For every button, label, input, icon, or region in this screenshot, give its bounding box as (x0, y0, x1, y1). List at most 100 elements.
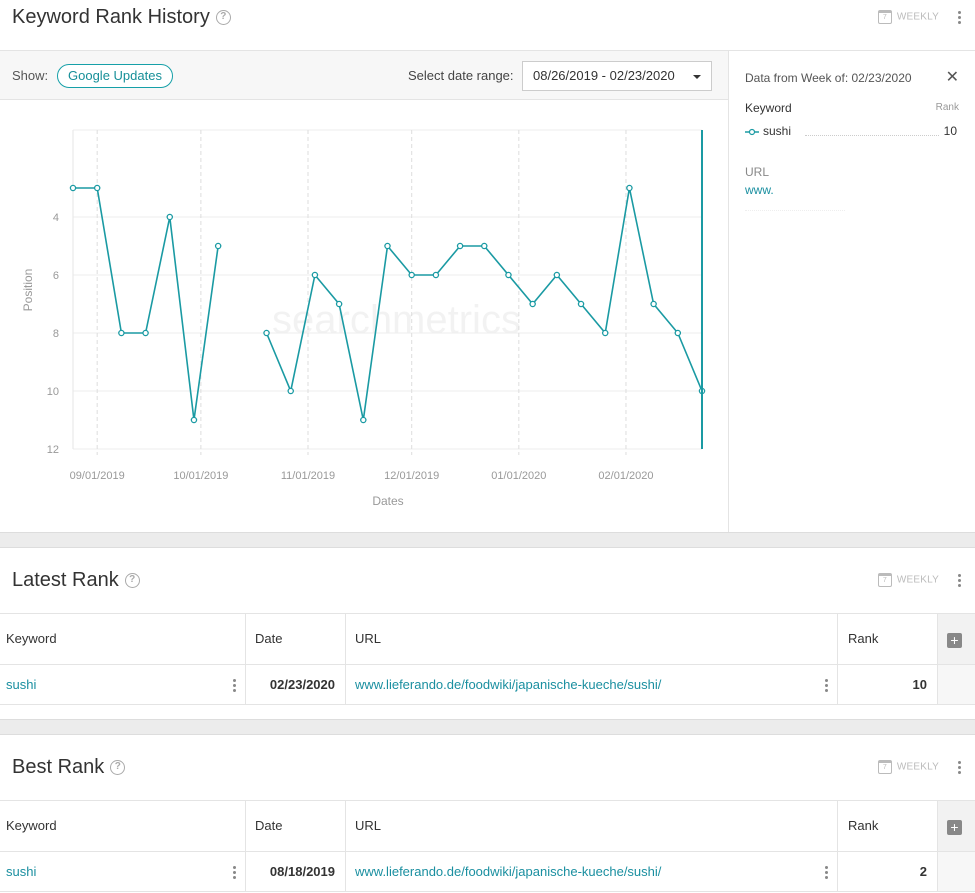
google-updates-button[interactable]: Google Updates (57, 64, 173, 88)
help-icon[interactable]: ? (110, 760, 126, 776)
dotted-leader (805, 135, 939, 136)
url-column-header[interactable]: URL (346, 614, 838, 664)
weekly-toggle[interactable]: 7 WEEKLY (877, 760, 939, 774)
best-rank-header: Best Rank? 7 WEEKLY (0, 747, 975, 787)
x-tick-label: 02/01/2020 (598, 470, 653, 482)
detail-url[interactable]: www. (745, 183, 774, 197)
row-spacer (938, 665, 975, 704)
url-menu-icon[interactable] (825, 866, 828, 881)
date-range-label: Select date range: (408, 68, 514, 83)
y-axis: 4 6 8 10 12 (47, 212, 59, 456)
y-tick-label: 8 (53, 328, 59, 340)
date-column-header[interactable]: Date (246, 614, 346, 664)
week-details-panel: Data from Week of: 02/23/2020 ✕ Keyword … (728, 50, 975, 532)
show-label: Show: (12, 68, 49, 83)
url-continuation (745, 201, 845, 211)
rank-history-chart: searchmetrics 4681012 09/01/2019 10/01/20… (21, 129, 706, 508)
data-point (93, 184, 101, 192)
data-point (190, 416, 198, 424)
date-column-header[interactable]: Date (246, 801, 346, 851)
calendar-icon: 7 (877, 760, 892, 774)
week-details-title: Data from Week of: 02/23/2020 (745, 71, 912, 85)
data-point (577, 300, 585, 308)
panel-title: Best Rank? (12, 756, 126, 779)
close-icon[interactable]: ✕ (946, 67, 959, 87)
url-link[interactable]: www.lieferando.de/foodwiki/japanische-ku… (355, 864, 661, 879)
keyword-link[interactable]: sushi (6, 864, 36, 879)
detail-keyword: sushi (763, 124, 792, 138)
data-point (263, 329, 270, 337)
y-axis-label: Position (21, 269, 35, 312)
x-tick-label: 11/01/2019 (281, 470, 335, 482)
keyword-menu-icon[interactable] (233, 866, 236, 881)
more-options-icon[interactable] (958, 761, 962, 776)
panel-title: Latest Rank? (12, 569, 140, 592)
data-point (287, 387, 294, 395)
section-divider (0, 719, 975, 735)
latest-rank-header: Latest Rank? 7 WEEKLY (0, 560, 975, 600)
data-point (214, 242, 222, 250)
page-title: Keyword Rank History (12, 6, 210, 28)
data-point (311, 271, 319, 279)
add-column-icon[interactable]: + (947, 633, 962, 648)
url-column-header[interactable]: URL (346, 801, 838, 851)
keyword-menu-icon[interactable] (233, 679, 236, 694)
latest-rank-table: Keyword Date URL Rank + sushi 02/23/2020… (0, 613, 975, 705)
x-axis: 09/01/2019 10/01/2019 11/01/2019 12/01/2019… (70, 470, 654, 482)
weekly-toggle[interactable]: 7 WEEKLY (877, 573, 939, 587)
series-line (73, 187, 219, 421)
keyword-cell: sushi (0, 852, 246, 891)
data-point (626, 184, 633, 192)
caret-down-icon (693, 75, 701, 79)
more-options-icon[interactable] (958, 574, 962, 589)
chart-grid (72, 129, 702, 455)
data-point (505, 271, 512, 279)
weekly-toggle[interactable]: 7 WEEKLY (877, 10, 939, 24)
date-cell: 08/18/2019 (246, 852, 346, 891)
y-tick-label: 6 (53, 270, 59, 282)
row-spacer (938, 852, 975, 891)
data-point (481, 242, 488, 250)
weekly-label: WEEKLY (896, 574, 939, 586)
keyword-column-header[interactable]: Keyword (0, 801, 246, 851)
date-range-value: 08/26/2019 - 02/23/2020 (533, 68, 675, 83)
panel-header: Keyword Rank History? 7 WEEKLY (0, 0, 975, 40)
table-row: sushi 02/23/2020 www.lieferando.de/foodw… (0, 665, 975, 705)
x-tick-label: 12/01/2019 (384, 470, 439, 482)
data-point (360, 416, 367, 424)
latest-rank-title: Latest Rank (12, 569, 119, 591)
rank-column-header[interactable]: Rank (838, 614, 938, 664)
add-column-icon[interactable]: + (947, 820, 962, 835)
x-axis-label: Dates (372, 494, 403, 508)
keyword-link[interactable]: sushi (6, 677, 36, 692)
keyword-column-header[interactable]: Keyword (0, 614, 246, 664)
x-tick-label: 01/01/2020 (491, 470, 546, 482)
rank-cell: 2 (838, 852, 938, 891)
calendar-icon: 7 (877, 573, 892, 587)
url-cell: www.lieferando.de/foodwiki/japanische-ku… (346, 665, 838, 704)
data-point (674, 329, 682, 337)
best-rank-table: Keyword Date URL Rank + sushi 08/18/2019… (0, 800, 975, 892)
data-point (553, 271, 561, 279)
data-point (601, 329, 609, 337)
table-header-row: Keyword Date URL Rank + (0, 614, 975, 665)
url-menu-icon[interactable] (825, 679, 828, 694)
rank-column-header[interactable]: Rank (838, 801, 938, 851)
detail-row: sushi 10 (745, 124, 957, 140)
weekly-label: WEEKLY (896, 761, 939, 773)
keyword-cell: sushi (0, 665, 246, 704)
table-header-row: Keyword Date URL Rank + (0, 801, 975, 852)
date-cell: 02/23/2020 (246, 665, 346, 704)
x-tick-label: 10/01/2019 (173, 470, 228, 482)
url-link[interactable]: www.lieferando.de/foodwiki/japanische-ku… (355, 677, 661, 692)
keyword-header: Keyword (745, 101, 792, 115)
data-point (650, 300, 657, 308)
y-tick-label: 12 (47, 444, 59, 456)
help-icon[interactable]: ? (215, 10, 231, 26)
more-options-icon[interactable] (958, 11, 962, 26)
data-point (142, 329, 149, 337)
data-point (432, 271, 440, 279)
url-header: URL (745, 165, 770, 179)
help-icon[interactable]: ? (124, 573, 140, 589)
date-range-select[interactable]: 08/26/2019 - 02/23/2020 (522, 61, 712, 91)
